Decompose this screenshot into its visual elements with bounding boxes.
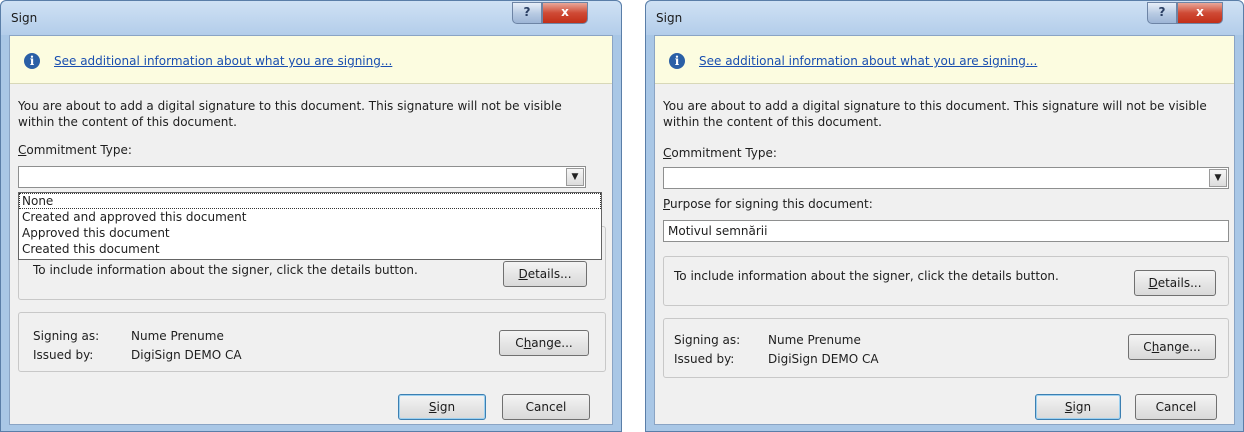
additional-info-link[interactable]: See additional information about what yo… [699, 54, 1037, 68]
info-icon: i [24, 53, 40, 69]
sign-button[interactable]: Sign [1035, 394, 1121, 420]
sign-dialog-with-purpose: Sign ? x i See additional information ab… [645, 0, 1244, 432]
commitment-type-label: Commitment Type: [18, 143, 132, 157]
dropdown-option-none[interactable]: None [19, 193, 601, 209]
issued-by-label: Issued by: [674, 352, 735, 366]
title-bar[interactable]: Sign ? x [646, 1, 1243, 35]
signature-description: You are about to add a digital signature… [663, 99, 1207, 129]
commitment-type-dropdown-list: None Created and approved this document … [18, 192, 602, 260]
dialog-title: Sign [11, 11, 38, 25]
signing-as-value: Nume Prenume [131, 329, 224, 343]
dropdown-option-approved[interactable]: Approved this document [19, 225, 601, 241]
cancel-button[interactable]: Cancel [502, 394, 590, 420]
change-button[interactable]: Change... [1128, 334, 1216, 360]
dropdown-option-created-and-approved[interactable]: Created and approved this document [19, 209, 601, 225]
help-button[interactable]: ? [1147, 2, 1177, 24]
issued-by-value: DigiSign DEMO CA [768, 352, 879, 366]
dialog-client-area: i See additional information about what … [654, 35, 1235, 425]
dialog-client-area: i See additional information about what … [9, 35, 613, 425]
signer-details-group: To include information about the signer,… [663, 256, 1229, 306]
commitment-type-combobox[interactable]: ▼ [18, 166, 586, 188]
details-button[interactable]: Details... [503, 261, 587, 287]
commitment-type-combobox[interactable]: ▼ [663, 167, 1229, 189]
sign-dialog-dropdown-open: Sign ? x i See additional information ab… [0, 0, 622, 432]
purpose-label: Purpose for signing this document: [663, 197, 873, 211]
signing-as-label: Signing as: [674, 333, 741, 347]
help-button[interactable]: ? [512, 2, 542, 24]
signing-as-label: Signing as: [33, 329, 100, 343]
chevron-down-icon[interactable]: ▼ [1209, 169, 1227, 187]
chevron-down-icon[interactable]: ▼ [566, 168, 584, 186]
issued-by-value: DigiSign DEMO CA [131, 348, 242, 362]
details-instruction: To include information about the signer,… [674, 269, 1059, 283]
dropdown-option-created[interactable]: Created this document [19, 241, 601, 257]
additional-info-link[interactable]: See additional information about what yo… [54, 54, 392, 68]
signing-identity-group: Signing as: Nume Prenume Issued by: Digi… [18, 312, 606, 372]
signature-description: You are about to add a digital signature… [18, 99, 562, 129]
signing-as-value: Nume Prenume [768, 333, 861, 347]
commitment-type-label: Commitment Type: [663, 146, 777, 160]
sign-button[interactable]: Sign [398, 394, 486, 420]
purpose-input[interactable]: Motivul semnării [663, 220, 1229, 242]
info-icon: i [669, 53, 685, 69]
signing-identity-group: Signing as: Nume Prenume Issued by: Digi… [663, 318, 1229, 378]
issued-by-label: Issued by: [33, 348, 94, 362]
close-button[interactable]: x [1177, 2, 1223, 24]
cancel-button[interactable]: Cancel [1135, 394, 1217, 420]
title-bar[interactable]: Sign ? x [1, 1, 621, 35]
details-button[interactable]: Details... [1134, 270, 1216, 296]
info-bar: i See additional information about what … [10, 36, 612, 84]
info-bar: i See additional information about what … [655, 36, 1234, 84]
change-button[interactable]: Change... [499, 330, 589, 356]
details-instruction: To include information about the signer,… [33, 263, 418, 277]
close-button[interactable]: x [542, 2, 588, 24]
dialog-title: Sign [656, 11, 683, 25]
